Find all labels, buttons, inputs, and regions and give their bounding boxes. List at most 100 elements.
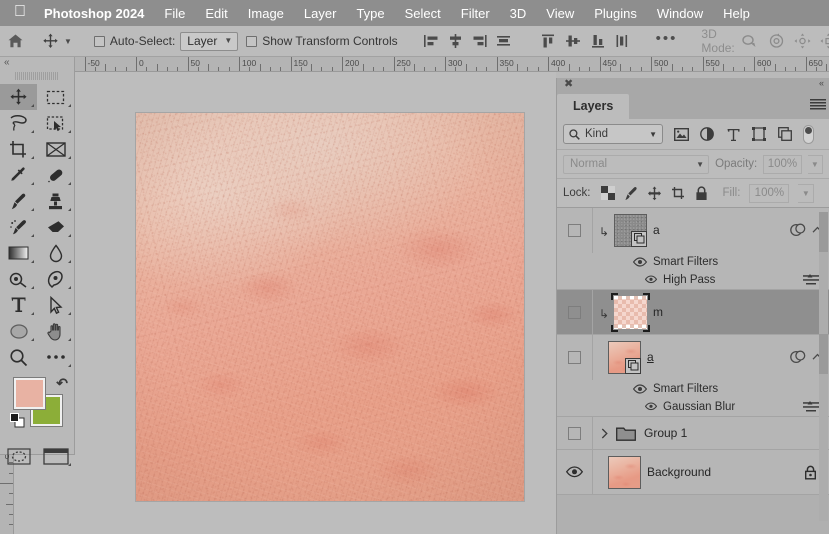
scrollbar-thumb[interactable] [819, 212, 828, 252]
auto-select-dropdown[interactable]: Layer ▼ [180, 31, 239, 51]
layer-row[interactable]: ↳ a Smart Filters High Pass [557, 208, 829, 290]
filter-effects-icon[interactable] [790, 223, 807, 237]
quick-mask-icon[interactable] [0, 443, 37, 469]
layer-row[interactable]: Group 1 [557, 417, 829, 450]
align-bottom-edges-icon[interactable] [591, 34, 605, 48]
lock-position-icon[interactable] [647, 186, 662, 201]
tool-gradient[interactable] [0, 240, 37, 266]
smart-filter-name[interactable]: High Pass [663, 274, 715, 286]
layer-visibility-toggle[interactable] [568, 351, 581, 364]
lock-icon[interactable] [804, 465, 817, 480]
tool-frame[interactable] [37, 136, 74, 162]
lock-image-pixels-icon[interactable] [624, 186, 638, 201]
tool-ellipse[interactable] [0, 318, 37, 344]
foreground-color-swatch[interactable] [13, 377, 46, 410]
filter-smart-object-icon[interactable] [777, 127, 793, 141]
smart-filter-name[interactable]: Gaussian Blur [663, 401, 735, 413]
slide-3d-icon[interactable] [820, 33, 829, 49]
filter-visibility-icon[interactable] [645, 275, 657, 284]
filter-kind-dropdown[interactable]: Kind ▼ [563, 124, 663, 144]
tool-eyedropper[interactable] [0, 162, 37, 188]
tool-brush[interactable] [0, 188, 37, 214]
roll-3d-icon[interactable] [768, 33, 785, 49]
filter-visibility-icon[interactable] [645, 402, 657, 411]
tool-lasso[interactable] [0, 110, 37, 136]
more-options-button[interactable]: ••• [650, 30, 684, 47]
tool-path-selection[interactable] [37, 292, 74, 318]
panel-menu-icon[interactable] [810, 98, 826, 111]
rotate-3d-icon[interactable] [741, 33, 759, 49]
tool-rectangular-marquee[interactable] [37, 84, 74, 110]
menu-item-layer[interactable]: Layer [304, 6, 337, 21]
layer-thumbnail[interactable] [614, 213, 647, 247]
fill-slider-caret-icon[interactable]: ▼ [798, 183, 815, 203]
tools-grip[interactable] [15, 72, 59, 80]
filter-effects-icon[interactable] [790, 350, 807, 364]
layer-name[interactable]: a [653, 223, 660, 237]
menu-item-window[interactable]: Window [657, 6, 703, 21]
filter-adjustment-icon[interactable] [699, 127, 715, 141]
layer-thumbnail[interactable] [608, 455, 641, 489]
tool-zoom[interactable] [0, 344, 37, 370]
layer-visibility-cell[interactable] [557, 417, 593, 449]
menu-item-file[interactable]: File [164, 6, 185, 21]
home-icon[interactable] [7, 33, 24, 49]
scrollbar-thumb[interactable] [819, 334, 828, 374]
menu-item-view[interactable]: View [546, 6, 574, 21]
tab-layers[interactable]: Layers [557, 94, 630, 119]
smart-filter-row[interactable]: High Pass [593, 271, 829, 289]
move-tool-icon[interactable]: ▼ [38, 33, 76, 50]
close-icon[interactable]: ✖ [564, 77, 573, 90]
layer-name[interactable]: Group 1 [644, 426, 687, 440]
expand-panels-icon[interactable]: « [819, 78, 824, 88]
tool-hand[interactable] [37, 318, 74, 344]
layer-name[interactable]: a [647, 350, 654, 364]
smart-filters-row[interactable]: Smart Filters [593, 252, 829, 270]
chevron-right-icon[interactable] [601, 428, 608, 439]
pan-3d-icon[interactable] [794, 33, 811, 49]
tool-clone-stamp[interactable] [37, 188, 74, 214]
menu-item-image[interactable]: Image [248, 6, 284, 21]
apple-logo-icon[interactable]:  [14, 4, 26, 20]
lock-artboard-icon[interactable] [671, 186, 686, 200]
align-right-edges-icon[interactable] [472, 34, 487, 48]
layer-row[interactable]: a Smart Filters Gaussian Blur [557, 335, 829, 417]
tool-crop[interactable] [0, 136, 37, 162]
opacity-value[interactable]: 100% [763, 154, 802, 174]
smart-filter-row[interactable]: Gaussian Blur [593, 398, 829, 416]
tool-history-brush[interactable] [0, 214, 37, 240]
show-transform-checkbox[interactable] [246, 35, 258, 47]
horizontal-ruler[interactable]: -50 0 50 100 150 200 250 300 350 400 450 500 550 600 6… [14, 57, 829, 72]
tool-move[interactable] [0, 84, 37, 110]
swap-colors-icon[interactable]: ↶ [56, 375, 68, 392]
tool-edit-toolbar[interactable] [37, 344, 74, 370]
default-colors-icon[interactable] [10, 413, 25, 428]
smart-filters-visibility-icon[interactable] [633, 256, 647, 267]
fill-value[interactable]: 100% [749, 183, 790, 203]
document-artboard[interactable] [136, 113, 524, 501]
menu-item-filter[interactable]: Filter [461, 6, 490, 21]
filter-shape-icon[interactable] [751, 127, 767, 141]
tools-collapse-button[interactable]: « [0, 57, 74, 71]
auto-select-checkbox[interactable] [93, 35, 105, 47]
opacity-slider-caret-icon[interactable]: ▼ [807, 154, 823, 174]
tool-dodge[interactable] [0, 266, 37, 292]
align-left-edges-icon[interactable] [423, 34, 439, 48]
layers-scrollbar[interactable] [819, 212, 828, 521]
distribute-vertical-icon[interactable] [616, 34, 628, 48]
canvas-area[interactable] [14, 72, 556, 534]
filter-pixel-icon[interactable] [673, 127, 689, 141]
layer-visibility-toggle[interactable] [568, 426, 581, 440]
tool-pen[interactable] [37, 266, 74, 292]
menu-item-help[interactable]: Help [723, 6, 750, 21]
layer-thumbnail[interactable] [611, 292, 650, 332]
tool-eraser[interactable] [37, 214, 74, 240]
layer-row[interactable]: Background [557, 450, 829, 495]
align-vertical-centers-icon[interactable] [565, 34, 580, 48]
layer-visibility-cell[interactable] [557, 450, 593, 494]
menu-item-3d[interactable]: 3D [510, 6, 527, 21]
menu-item-select[interactable]: Select [405, 6, 441, 21]
layer-row[interactable]: ↳ m [557, 290, 829, 335]
filter-toggle-icon[interactable] [803, 124, 814, 144]
layer-visibility-toggle[interactable] [568, 224, 581, 237]
